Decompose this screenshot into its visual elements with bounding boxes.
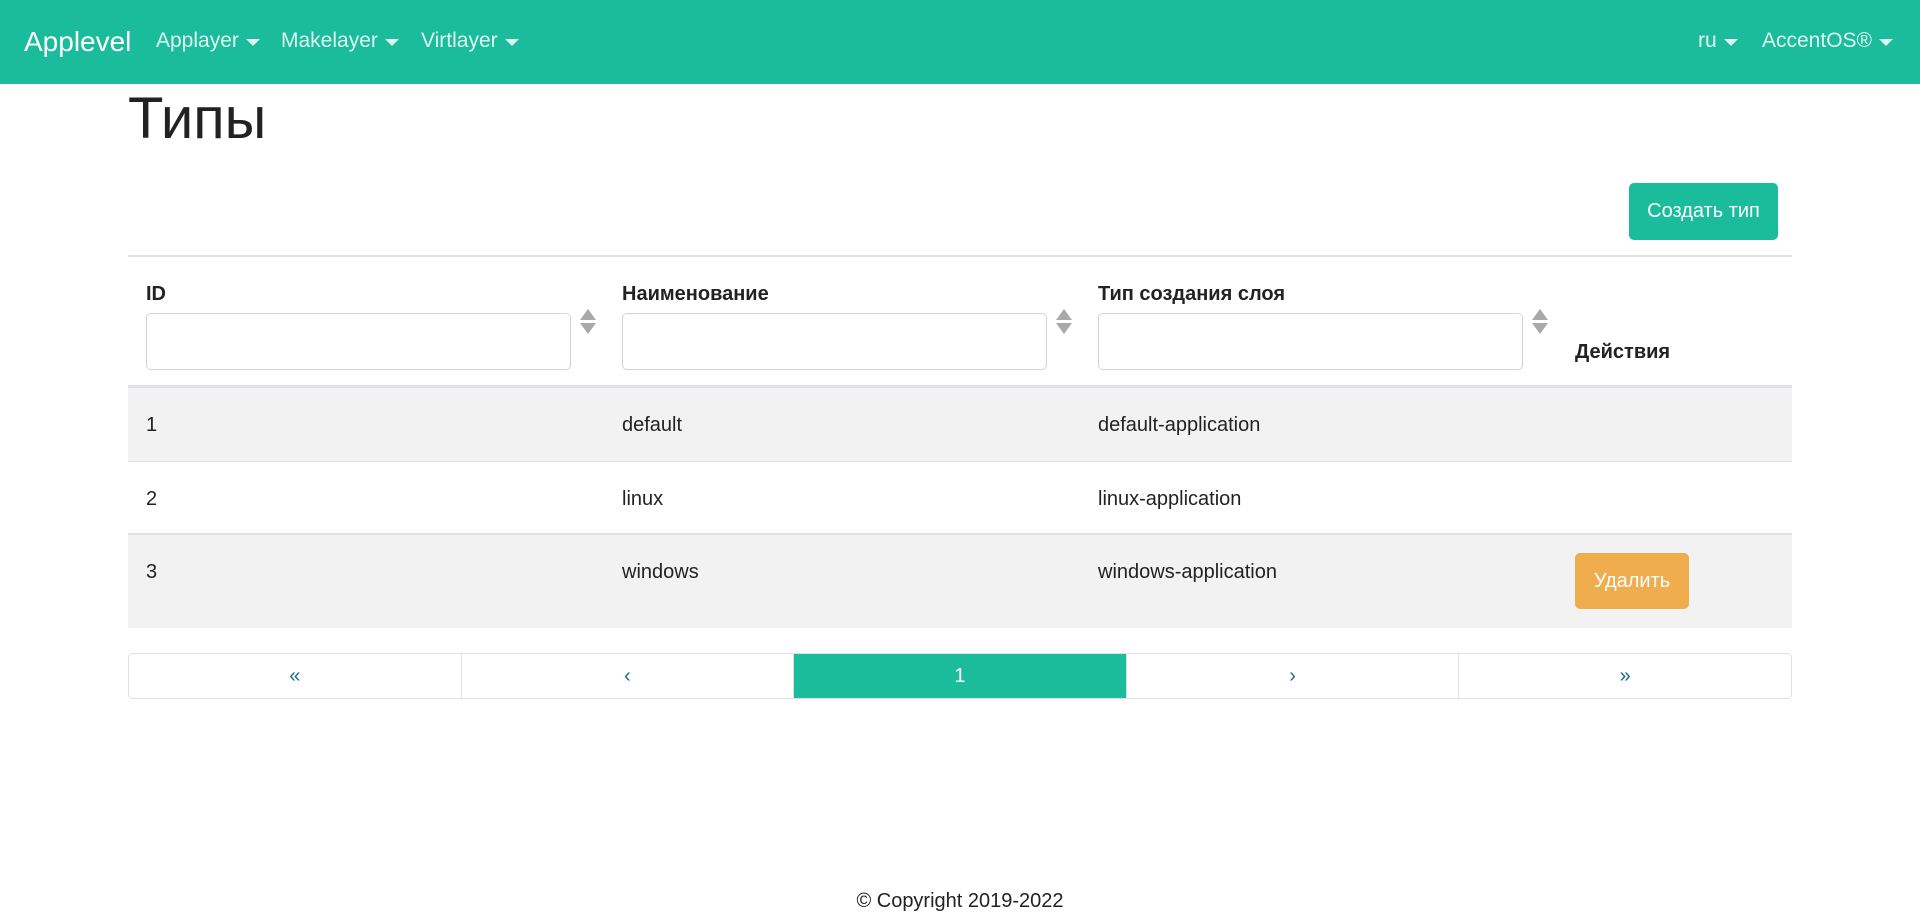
cell-id: 3	[146, 561, 158, 583]
page-title: Типы	[128, 86, 267, 151]
cell-id: 2	[146, 488, 158, 510]
nav-menu-makelayer-label: Makelayer	[281, 29, 378, 52]
chevron-down-icon	[1723, 38, 1738, 46]
language-dropdown[interactable]: ru	[1698, 27, 1738, 55]
cell-layer-type: default-application	[1098, 414, 1261, 436]
account-label: AccentOS®	[1762, 29, 1873, 52]
filter-layer-type-input[interactable]	[1098, 313, 1523, 370]
chevron-down-icon	[504, 38, 519, 46]
brand-logo[interactable]: Applevel	[24, 24, 131, 60]
nav-menu-virtlayer-label: Virtlayer	[421, 29, 498, 52]
filter-id-input[interactable]	[146, 313, 571, 370]
table-row: 2 linux linux-application	[128, 462, 1792, 535]
column-header-name: Наименование	[622, 283, 769, 305]
account-dropdown[interactable]: AccentOS®	[1762, 27, 1894, 55]
page-first-button[interactable]: «	[129, 654, 462, 698]
page-current-button[interactable]: 1	[794, 654, 1127, 698]
cell-name: default	[622, 414, 683, 436]
sort-icon[interactable]	[1056, 309, 1072, 335]
table-row: 1 default default-application	[128, 388, 1792, 462]
cell-id: 1	[146, 414, 158, 436]
nav-menu-virtlayer[interactable]: Virtlayer	[421, 27, 519, 55]
table-header: ID Наименование Тип создания слоя Действ…	[128, 255, 1792, 388]
page-next-button[interactable]: ›	[1126, 654, 1460, 698]
cell-name: windows	[622, 561, 699, 583]
types-table: ID Наименование Тип создания слоя Действ…	[128, 255, 1792, 628]
column-header-layer-type: Тип создания слоя	[1098, 283, 1286, 305]
filter-name-input[interactable]	[622, 313, 1047, 370]
chevron-down-icon	[384, 38, 399, 46]
page-prev-button[interactable]: ‹	[461, 654, 795, 698]
chevron-down-icon	[245, 38, 260, 46]
table-row: 3 windows windows-application Удалить	[128, 535, 1792, 628]
page-last-button[interactable]: »	[1459, 654, 1791, 698]
cell-layer-type: windows-application	[1098, 561, 1277, 583]
chevron-down-icon	[1879, 38, 1894, 46]
column-header-actions: Действия	[1575, 341, 1671, 363]
nav-menu-applayer-label: Applayer	[156, 29, 239, 52]
nav-menu-applayer[interactable]: Applayer	[156, 27, 260, 55]
top-navbar: Applevel Applayer Makelayer Virtlayer ru…	[0, 0, 1920, 84]
create-type-button[interactable]: Создать тип	[1629, 183, 1778, 240]
footer-copyright: © Copyright 2019-2022	[856, 890, 1064, 912]
cell-name: linux	[622, 488, 664, 510]
language-label: ru	[1698, 29, 1717, 52]
column-header-id: ID	[146, 283, 166, 305]
sort-icon[interactable]	[580, 309, 596, 335]
sort-icon[interactable]	[1532, 309, 1548, 335]
nav-menu-makelayer[interactable]: Makelayer	[281, 27, 399, 55]
delete-button[interactable]: Удалить	[1575, 553, 1689, 609]
pagination: « ‹ 1 › »	[128, 653, 1792, 699]
cell-layer-type: linux-application	[1098, 488, 1242, 510]
